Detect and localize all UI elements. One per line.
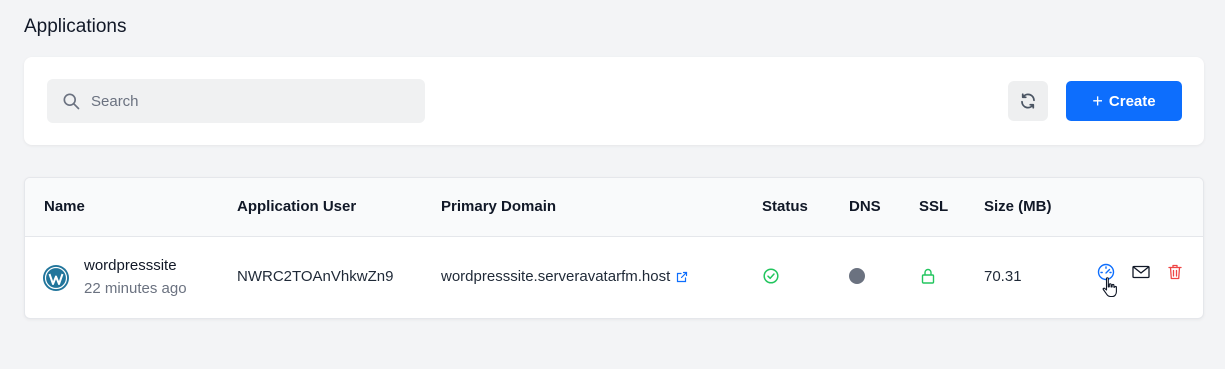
column-header-name[interactable]: Name xyxy=(44,198,85,215)
create-button[interactable]: + Create xyxy=(1066,81,1182,121)
application-user: NWRC2TOAnVhkwZn9 xyxy=(237,268,394,285)
wordpress-logo-icon xyxy=(43,265,69,291)
column-header-ssl[interactable]: SSL xyxy=(919,198,948,215)
column-header-dns[interactable]: DNS xyxy=(849,198,881,215)
column-header-size[interactable]: Size (MB) xyxy=(984,198,1052,215)
toolbar-card: + Create xyxy=(24,57,1204,145)
lock-icon xyxy=(921,268,935,284)
search-input[interactable] xyxy=(91,79,411,123)
trash-icon xyxy=(1168,264,1182,280)
applications-table: Name Application User Primary Domain Sta… xyxy=(24,177,1204,319)
column-header-application-user[interactable]: Application User xyxy=(237,198,356,215)
dns-status-dot-icon xyxy=(849,268,865,284)
mail-icon xyxy=(1132,265,1150,279)
external-link-icon[interactable] xyxy=(676,271,688,283)
refresh-button[interactable] xyxy=(1008,81,1048,121)
search-box[interactable] xyxy=(47,79,425,123)
table-header: Name Application User Primary Domain Sta… xyxy=(25,178,1203,237)
refresh-icon xyxy=(1021,93,1035,109)
primary-domain[interactable]: wordpresssite.serveravatarfm.host xyxy=(441,268,688,285)
page-title: Applications xyxy=(24,16,127,37)
check-circle-icon xyxy=(763,268,779,284)
app-name-link[interactable]: wordpresssite xyxy=(84,257,177,274)
app-created-time: 22 minutes ago xyxy=(84,280,187,297)
email-button[interactable] xyxy=(1131,262,1151,282)
column-header-primary-domain[interactable]: Primary Domain xyxy=(441,198,556,215)
size-mb: 70.31 xyxy=(984,268,1022,285)
delete-button[interactable] xyxy=(1165,262,1185,282)
primary-domain-link[interactable]: wordpresssite.serveravatarfm.host xyxy=(441,268,670,285)
column-header-status[interactable]: Status xyxy=(762,198,808,215)
search-icon xyxy=(63,93,80,110)
create-button-label: Create xyxy=(1108,92,1156,110)
pointer-cursor-icon xyxy=(1102,277,1117,298)
plus-icon: + xyxy=(1092,91,1103,111)
